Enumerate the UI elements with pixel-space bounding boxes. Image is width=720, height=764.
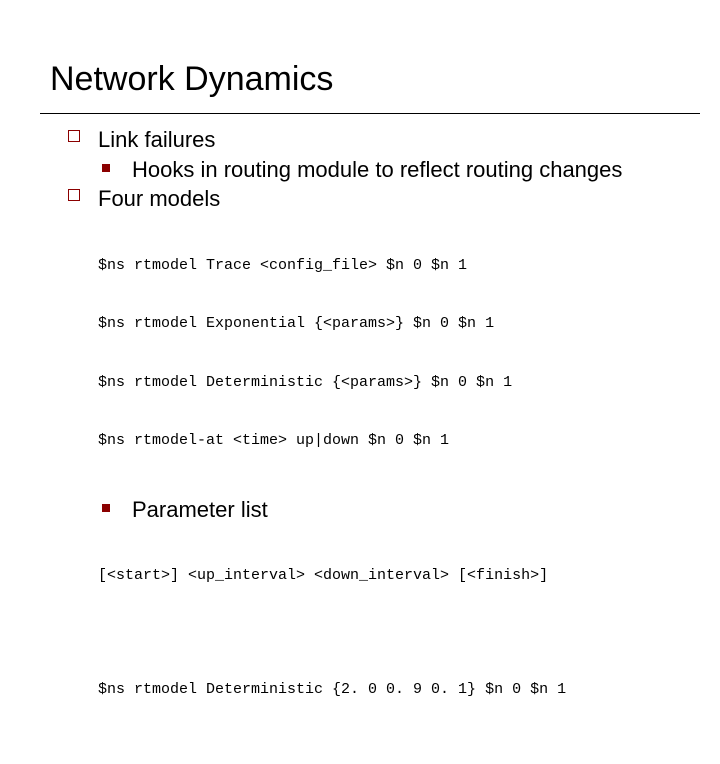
slide-title: Network Dynamics (50, 60, 680, 99)
code-line: $ns rtmodel Exponential {<params>} $n 0 … (98, 314, 680, 334)
bullet-text: Hooks in routing module to reflect routi… (132, 157, 622, 182)
bullet-text: Link failures (98, 127, 215, 152)
square-filled-icon (102, 164, 110, 172)
code-block-models: $ns rtmodel Trace <config_file> $n 0 $n … (68, 217, 680, 490)
bullet-link-failures: Link failures (68, 126, 680, 154)
code-line: $ns rtmodel Deterministic {2. 0 0. 9 0. … (98, 680, 680, 700)
code-block-example: $ns rtmodel Deterministic {2. 0 0. 9 0. … (68, 641, 680, 739)
square-filled-icon (102, 504, 110, 512)
bullet-hooks: Hooks in routing module to reflect routi… (68, 156, 680, 184)
bullet-text: Four models (98, 186, 220, 211)
slide: Network Dynamics Link failures Hooks in … (0, 0, 720, 764)
code-line: $ns rtmodel Deterministic {<params>} $n … (98, 373, 680, 393)
code-block-params: [<start>] <up_interval> <down_interval> … (68, 527, 680, 625)
slide-content: Link failures Hooks in routing module to… (50, 126, 680, 738)
square-outline-icon (68, 189, 80, 201)
bullet-four-models: Four models (68, 185, 680, 213)
spacer (68, 631, 680, 637)
bullet-text: Parameter list (132, 497, 268, 522)
bullet-parameter-list: Parameter list (68, 496, 680, 524)
title-underline (40, 113, 700, 114)
square-outline-icon (68, 130, 80, 142)
code-line: [<start>] <up_interval> <down_interval> … (98, 566, 680, 586)
code-line: $ns rtmodel Trace <config_file> $n 0 $n … (98, 256, 680, 276)
code-line: $ns rtmodel-at <time> up|down $n 0 $n 1 (98, 431, 680, 451)
